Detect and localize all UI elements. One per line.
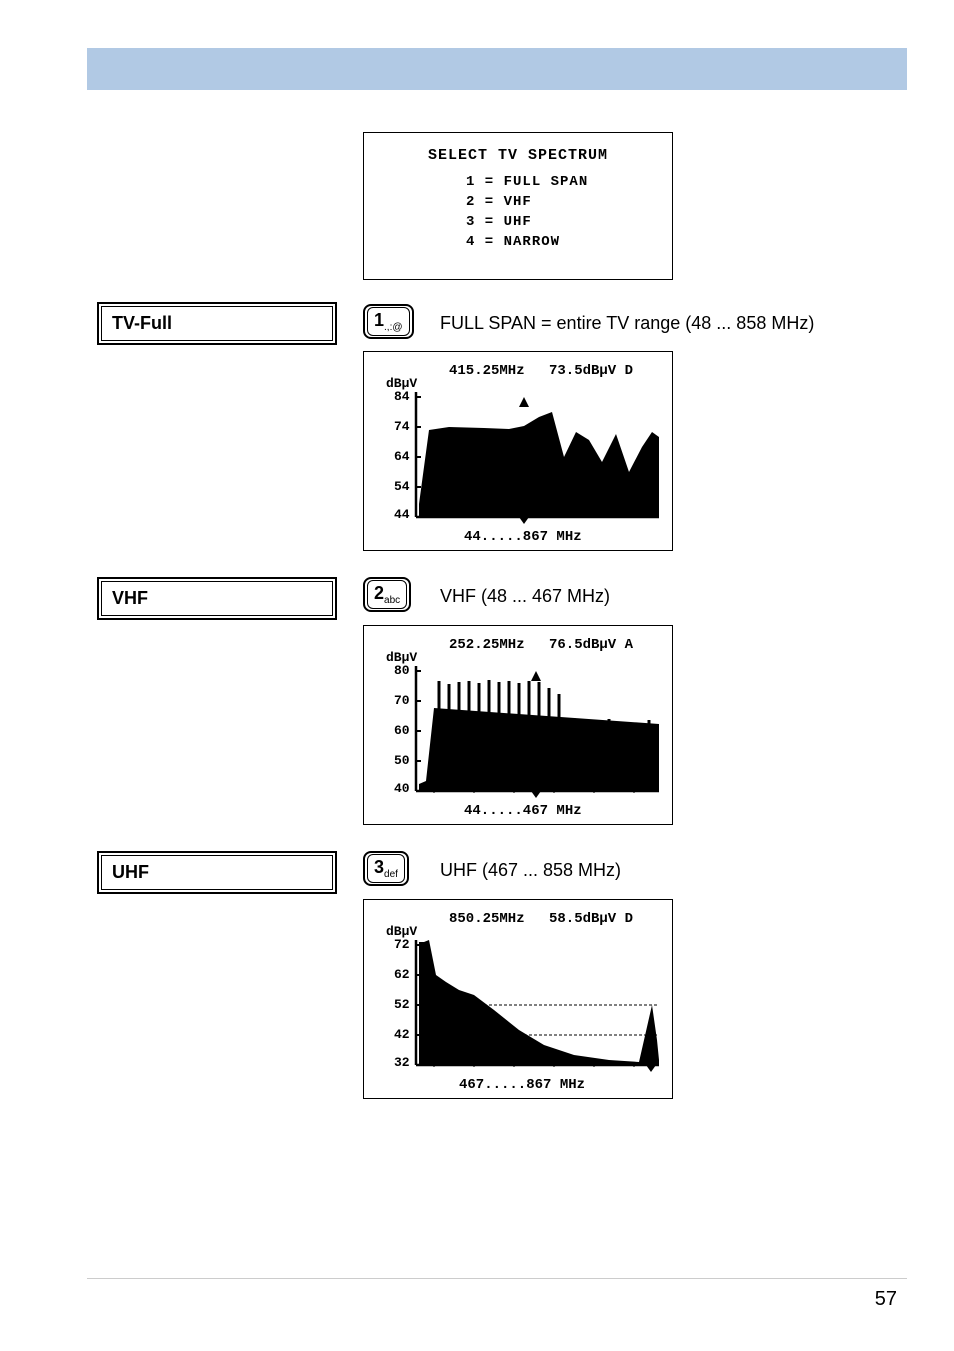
side-label-text: UHF: [101, 855, 333, 890]
keypad-button-inner: 3def: [367, 854, 405, 883]
ytick: 54: [394, 479, 410, 494]
side-label-text: VHF: [101, 581, 333, 616]
ytick: 60: [394, 723, 410, 738]
chart-xlabel: 44.....867 MHz: [464, 529, 582, 545]
page-number: 57: [875, 1288, 897, 1311]
desc-uhf: UHF (467 ... 858 MHz): [440, 860, 621, 881]
spectrum-fill: [419, 412, 659, 517]
marker-up-icon: [646, 1065, 656, 1072]
chart-header-freq: 252.25MHz: [449, 637, 525, 653]
ytick: 74: [394, 419, 410, 434]
keypad-button-2[interactable]: 2abc: [363, 577, 411, 612]
chart-svg: 252.25MHz 76.5dBµV A dBµV 80 70 60 50 40…: [364, 626, 674, 826]
key-number: 3: [374, 857, 384, 877]
chart-xlabel: 467.....867 MHz: [459, 1077, 585, 1093]
key-number: 1: [374, 310, 384, 330]
marker-up-icon: [531, 791, 541, 798]
key-subscript: def: [384, 869, 398, 880]
key-subscript: .,:@: [384, 322, 403, 333]
ytick: 32: [394, 1055, 410, 1070]
keypad-button-1[interactable]: 1.,:@: [363, 304, 414, 339]
key-subscript: abc: [384, 595, 400, 606]
chart-header-freq: 415.25MHz: [449, 363, 525, 379]
desc-tvfull: FULL SPAN = entire TV range (48 ... 858 …: [440, 313, 814, 334]
menu-title: SELECT TV SPECTRUM: [364, 147, 672, 164]
ytick: 50: [394, 753, 410, 768]
marker-down-icon: [531, 671, 541, 681]
chart-svg: 850.25MHz 58.5dBµV D dBµV 72 62 52 42 32…: [364, 900, 674, 1100]
ytick: 70: [394, 693, 410, 708]
ytick: 40: [394, 781, 410, 796]
side-label-vhf: VHF: [97, 577, 337, 620]
chart-xlabel: 44.....467 MHz: [464, 803, 582, 819]
spectrum-chart-uhf: 850.25MHz 58.5dBµV D dBµV 72 62 52 42 32…: [363, 899, 673, 1099]
side-label-tvfull: TV-Full: [97, 302, 337, 345]
ytick: 84: [394, 389, 410, 404]
spectrum-chart-fullspan: 415.25MHz 73.5dBµV D dBµV 84 74 64 54 44…: [363, 351, 673, 551]
ytick: 72: [394, 937, 410, 952]
ytick: 62: [394, 967, 410, 982]
menu-option-1: 1 = FULL SPAN: [364, 174, 672, 190]
ytick: 42: [394, 1027, 410, 1042]
marker-down-icon: [519, 397, 529, 407]
chart-header-level: 76.5dBµV A: [549, 637, 634, 653]
ytick: 44: [394, 507, 410, 522]
marker-up-icon: [519, 517, 529, 524]
top-banner: [87, 48, 907, 90]
ytick: 64: [394, 449, 410, 464]
chart-header-freq: 850.25MHz: [449, 911, 525, 927]
footer-divider: [87, 1278, 907, 1279]
keypad-button-inner: 2abc: [367, 580, 407, 609]
spectrum-chart-vhf: 252.25MHz 76.5dBµV A dBµV 80 70 60 50 40…: [363, 625, 673, 825]
desc-vhf: VHF (48 ... 467 MHz): [440, 586, 610, 607]
menu-option-3: 3 = UHF: [364, 214, 672, 230]
chart-header-level: 73.5dBµV D: [549, 363, 633, 379]
menu-option-2: 2 = VHF: [364, 194, 672, 210]
menu-screen: SELECT TV SPECTRUM 1 = FULL SPAN 2 = VHF…: [363, 132, 673, 280]
keypad-button-inner: 1.,:@: [367, 307, 410, 336]
menu-option-4: 4 = NARROW: [364, 234, 672, 250]
chart-svg: 415.25MHz 73.5dBµV D dBµV 84 74 64 54 44…: [364, 352, 674, 552]
ytick: 52: [394, 997, 410, 1012]
side-label-uhf: UHF: [97, 851, 337, 894]
keypad-button-3[interactable]: 3def: [363, 851, 409, 886]
key-number: 2: [374, 583, 384, 603]
side-label-text: TV-Full: [101, 306, 333, 341]
spectrum-fill: [419, 940, 659, 1065]
ytick: 80: [394, 663, 410, 678]
chart-header-level: 58.5dBµV D: [549, 911, 633, 927]
